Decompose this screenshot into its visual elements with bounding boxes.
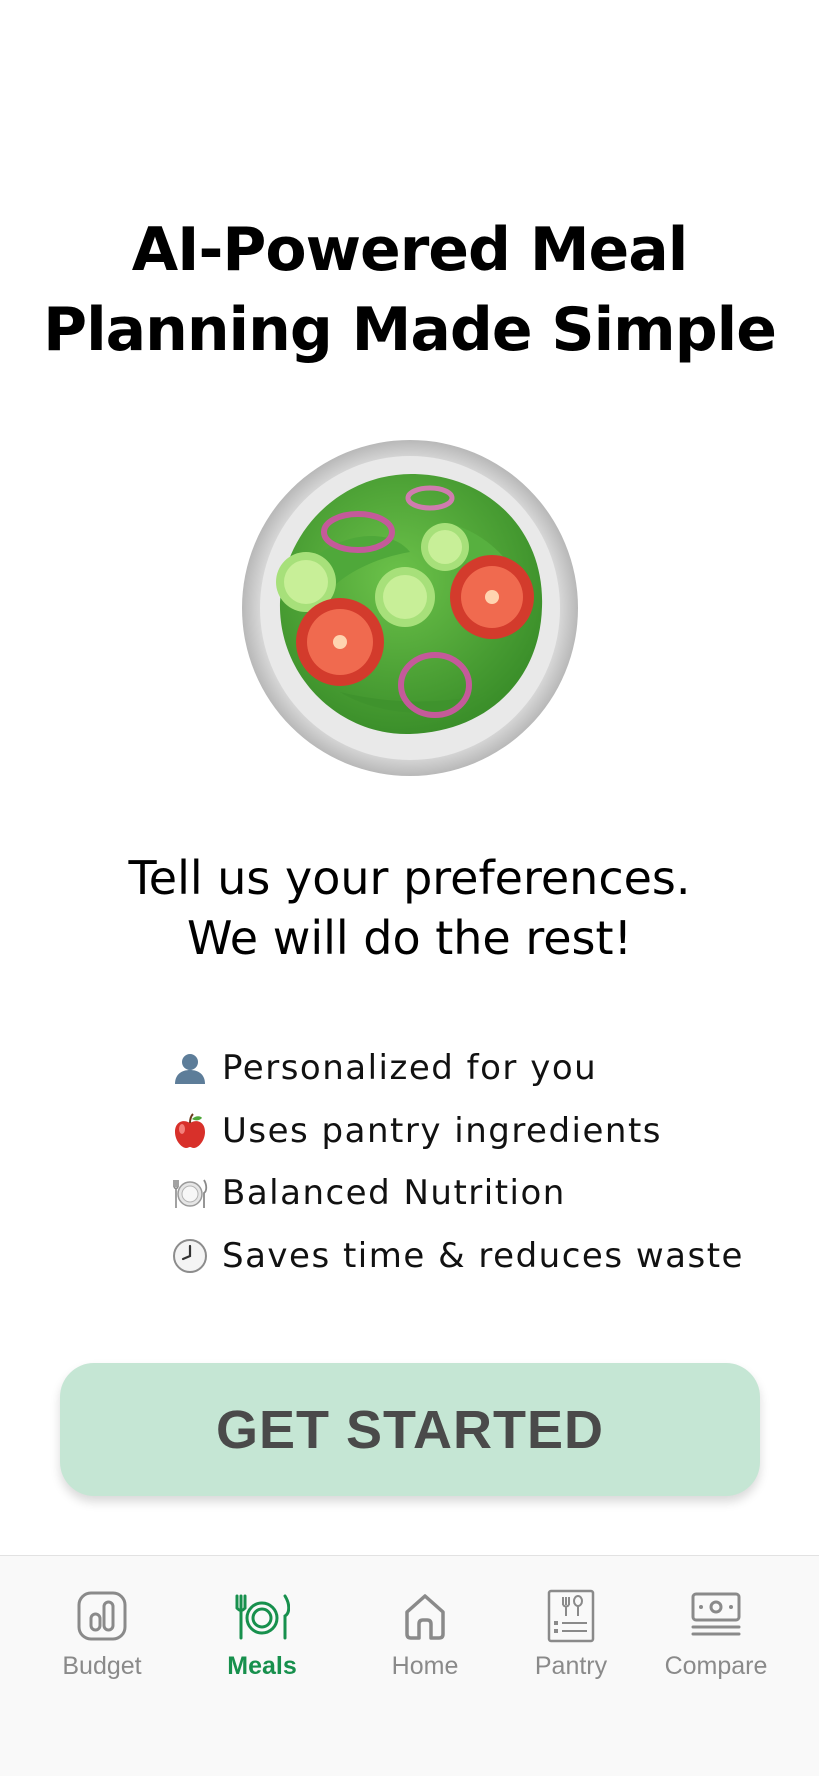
bottom-tab-bar: Budget Meals Home Pantry Compare xyxy=(0,1555,819,1776)
feature-text: Balanced Nutrition xyxy=(222,1173,566,1214)
feature-text: Personalized for you xyxy=(222,1048,598,1089)
subtitle-line-2: We will do the rest! xyxy=(186,911,633,965)
subtitle: Tell us your preferences. We will do the… xyxy=(0,848,819,968)
pantry-list-icon xyxy=(543,1588,599,1644)
tab-label: Budget xyxy=(62,1652,142,1680)
tab-label: Meals xyxy=(227,1652,297,1680)
page-title: AI-Powered Meal Planning Made Simple xyxy=(0,210,819,370)
get-started-button[interactable]: GET STARTED xyxy=(60,1363,760,1496)
feature-text: Saves time & reduces waste xyxy=(222,1235,744,1276)
tab-label: Pantry xyxy=(534,1652,608,1680)
clock-icon xyxy=(172,1238,208,1274)
plate-cutlery-icon xyxy=(172,1175,208,1211)
person-icon xyxy=(172,1050,208,1086)
tab-budget[interactable]: Budget xyxy=(27,1556,177,1706)
tab-label: Home xyxy=(391,1652,459,1680)
feature-text: Uses pantry ingredients xyxy=(222,1110,663,1151)
feature-item-saves-time: Saves time & reduces waste xyxy=(172,1225,744,1288)
tab-meals[interactable]: Meals xyxy=(187,1556,337,1706)
feature-item-pantry: Uses pantry ingredients xyxy=(172,1100,744,1163)
home-icon xyxy=(397,1588,453,1644)
tab-label: Compare xyxy=(664,1652,768,1680)
apple-icon xyxy=(172,1113,208,1149)
tab-compare[interactable]: Compare xyxy=(641,1556,791,1706)
title-line-1: AI-Powered Meal xyxy=(131,215,689,286)
title-line-2: Planning Made Simple xyxy=(43,295,777,366)
tab-pantry[interactable]: Pantry xyxy=(496,1556,646,1706)
feature-list: Personalized for you Uses pantry ingredi… xyxy=(172,1037,744,1287)
plate-cutlery-icon xyxy=(234,1588,290,1644)
tab-home[interactable]: Home xyxy=(350,1556,500,1706)
subtitle-line-1: Tell us your preferences. xyxy=(128,851,691,905)
money-stack-icon xyxy=(688,1588,744,1644)
green-salad-icon xyxy=(240,432,580,777)
bar-chart-icon xyxy=(74,1588,130,1644)
feature-item-personalized: Personalized for you xyxy=(172,1037,744,1100)
feature-item-nutrition: Balanced Nutrition xyxy=(172,1162,744,1225)
